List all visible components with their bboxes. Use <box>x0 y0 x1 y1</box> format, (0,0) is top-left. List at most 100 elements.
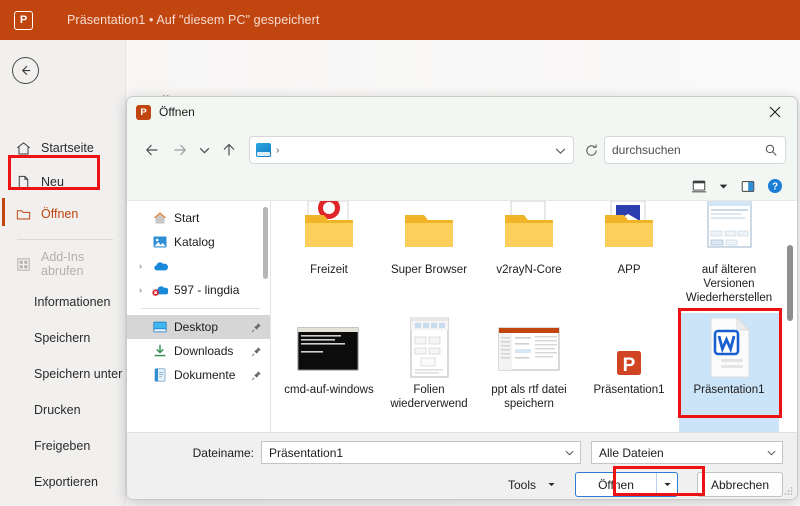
file-name: Folien wiederverwend <box>390 384 468 410</box>
tree-item-onedrive[interactable]: › <box>127 254 270 278</box>
forward-arrow-icon <box>174 144 186 156</box>
pin-icon[interactable] <box>251 346 262 357</box>
svg-text:?: ? <box>772 182 778 193</box>
file-item[interactable]: Super Browser <box>379 201 479 313</box>
preview-pane-icon[interactable] <box>740 179 756 194</box>
back-arrow-icon <box>146 144 158 156</box>
file-item[interactable]: Folien wiederverwend <box>379 313 479 432</box>
document-title: Präsentation1 • Auf "diesem PC" gespeich… <box>67 13 320 27</box>
sidebar-item-label: Exportieren <box>34 475 98 489</box>
dialog-titlebar: Öffnen <box>127 97 797 128</box>
dialog-button-row: Tools Öffnen Abbrechen <box>508 472 783 497</box>
refresh-button[interactable] <box>578 136 604 164</box>
back-button[interactable] <box>12 57 39 84</box>
chevron-down-icon[interactable] <box>718 181 729 192</box>
tree-expander[interactable]: › <box>135 285 146 295</box>
sidebar-item-freigeben[interactable]: Freigeben <box>0 430 126 462</box>
navigation-pane-scrollbar[interactable] <box>263 207 268 279</box>
tree-expander[interactable]: › <box>135 261 146 271</box>
app-titlebar: Präsentation1 • Auf "diesem PC" gespeich… <box>0 0 800 40</box>
up-arrow-icon <box>223 143 235 156</box>
sidebar-item-startseite[interactable]: Startseite <box>0 132 126 164</box>
powerpoint-icon <box>14 10 33 30</box>
home-icon <box>153 212 167 224</box>
sidebar-item-schliessen[interactable]: Schließen <box>0 502 126 506</box>
tree-item-downloads[interactable]: Downloads <box>127 339 270 363</box>
filename-value: Präsentation1 <box>269 445 344 460</box>
pin-icon[interactable] <box>251 370 262 381</box>
file-item[interactable]: Freizeit <box>279 201 379 313</box>
file-item[interactable]: cmd-auf-windows <box>279 313 379 432</box>
resize-grip-icon[interactable] <box>783 486 793 496</box>
filetype-select[interactable]: Alle Dateien <box>591 441 783 464</box>
sidebar-item-addins: Add-Ins abrufen <box>0 248 126 280</box>
open-file-dialog: Öffnen <box>126 96 798 500</box>
sidebar-item-label: Speichern unter <box>34 367 123 381</box>
view-layout-icon[interactable] <box>691 179 707 194</box>
sidebar-item-informationen[interactable]: Informationen <box>0 286 126 318</box>
tree-item-desktop[interactable]: Desktop <box>127 315 270 339</box>
pin-icon[interactable] <box>251 322 262 333</box>
refresh-icon <box>585 144 597 156</box>
screen-root: Präsentation1 • Auf "diesem PC" gespeich… <box>0 0 800 506</box>
search-placeholder: durchsuchen <box>612 143 681 157</box>
chevron-down-icon[interactable] <box>766 447 777 458</box>
tree-item-onedrive-account[interactable]: › 597 - lingdia <box>127 278 270 302</box>
screenshot-thumbnail <box>397 317 461 379</box>
help-icon[interactable]: ? <box>767 178 783 194</box>
desktop-icon <box>256 143 271 157</box>
sidebar-item-drucken[interactable]: Drucken <box>0 394 126 426</box>
file-item[interactable]: v2rayN-Core <box>479 201 579 313</box>
nav-back-button[interactable] <box>138 136 166 164</box>
open-button[interactable]: Öffnen <box>576 473 656 496</box>
sidebar-item-label: Informationen <box>34 295 111 309</box>
dialog-toolbar: ? <box>127 172 797 200</box>
folder-icon <box>497 201 561 259</box>
sidebar-item-speichern[interactable]: Speichern <box>0 322 126 354</box>
backstage-sidebar: Startseite Neu Öffnen Add-Ins abrufen In… <box>0 40 126 506</box>
tree-item-dokumente[interactable]: Dokumente <box>127 363 270 387</box>
file-item[interactable]: P Präsentation1 <box>579 313 679 432</box>
filename-input[interactable]: Präsentation1 <box>261 441 581 464</box>
dialog-title: Öffnen <box>159 105 195 119</box>
sidebar-item-neu[interactable]: Neu <box>0 166 126 198</box>
file-item-selected[interactable]: Präsentation1 <box>679 313 779 432</box>
close-button[interactable] <box>753 97 797 128</box>
file-grid: Freizeit Super Browser v2rayN-Core APP a… <box>279 201 781 432</box>
tree-item-katalog[interactable]: Katalog <box>127 230 270 254</box>
navigation-pane: Start Katalog › › 597 - lingdia Desktop … <box>127 201 271 432</box>
screenshot-thumbnail <box>697 201 761 259</box>
sidebar-item-speichern-unter[interactable]: Speichern unter <box>0 358 126 390</box>
close-icon <box>769 106 781 118</box>
nav-recent-button[interactable] <box>194 136 215 164</box>
file-list-scrollbar[interactable] <box>787 245 793 321</box>
screenshot-thumbnail <box>297 317 361 379</box>
sidebar-item-exportieren[interactable]: Exportieren <box>0 466 126 498</box>
address-dropdown-button[interactable] <box>554 144 567 157</box>
sidebar-item-offnen[interactable]: Öffnen <box>0 198 126 230</box>
file-name: cmd-auf-windows <box>284 384 374 396</box>
cancel-button[interactable]: Abbrechen <box>697 472 783 497</box>
tree-item-start[interactable]: Start <box>127 206 270 230</box>
nav-forward-button[interactable] <box>166 136 194 164</box>
file-item[interactable]: APP <box>579 201 679 313</box>
open-dropdown-button[interactable] <box>656 473 677 496</box>
file-item[interactable]: ppt als rtf datei speichern <box>479 313 579 432</box>
sidebar-item-label: Speichern <box>34 331 91 345</box>
powerpoint-file-icon: P <box>597 317 661 379</box>
folder-icon <box>597 201 661 259</box>
chevron-down-icon <box>663 483 671 487</box>
tools-button[interactable]: Tools <box>508 478 561 492</box>
file-list-pane: Freizeit Super Browser v2rayN-Core APP a… <box>271 201 797 432</box>
chevron-down-icon <box>555 147 566 154</box>
folder-icon <box>297 201 361 259</box>
file-name: ppt als rtf datei speichern <box>491 384 567 410</box>
open-folder-icon <box>16 209 31 220</box>
chevron-down-icon[interactable] <box>564 447 575 458</box>
file-item[interactable]: auf älteren Versionen Wiederherstellen <box>679 201 779 313</box>
search-input[interactable]: durchsuchen <box>604 136 786 164</box>
chevron-down-icon <box>199 147 210 154</box>
open-split-button[interactable]: Öffnen <box>575 472 678 497</box>
address-bar[interactable]: › <box>249 136 574 164</box>
nav-up-button[interactable] <box>215 136 243 164</box>
